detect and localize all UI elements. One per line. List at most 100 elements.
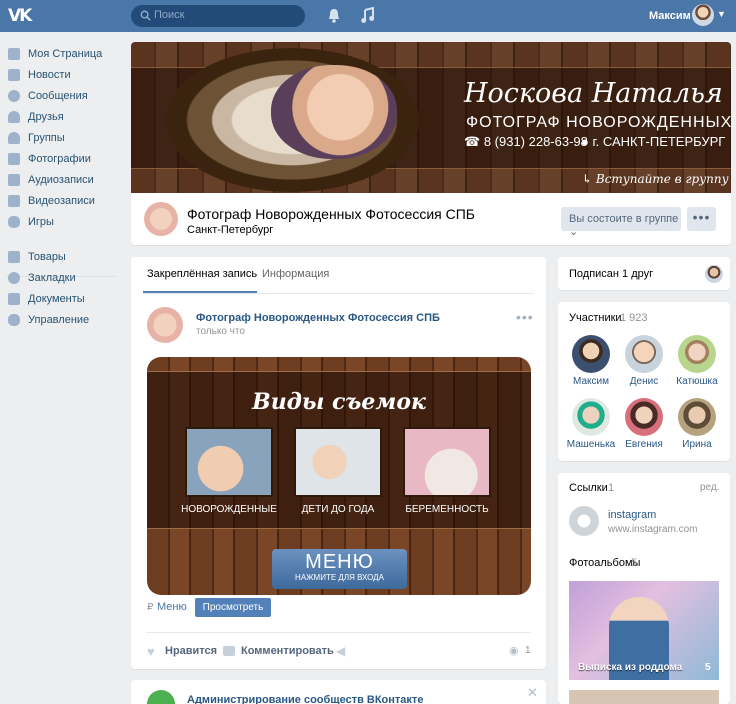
heart-icon[interactable]: ♥ bbox=[147, 644, 155, 659]
cover-subtitle: ФОТОГРАФ НОВОРОЖДЕННЫХ bbox=[466, 114, 731, 131]
post-author[interactable]: Администрирование сообществ ВКонтакте bbox=[187, 694, 423, 704]
post-time[interactable]: только что bbox=[196, 326, 245, 337]
member-item[interactable]: Ирина bbox=[669, 398, 725, 450]
search-placeholder: Поиск bbox=[154, 9, 185, 21]
cart-icon bbox=[8, 251, 20, 263]
sidebar-item-label: Товары bbox=[28, 251, 66, 263]
wiki-page-link[interactable]: Меню bbox=[157, 601, 187, 613]
link-url: www.instagram.com bbox=[608, 524, 698, 535]
post-author[interactable]: Фотограф Новорожденных Фотосессия СПБ bbox=[196, 312, 440, 324]
friends-subscribed-label: Подписан 1 друг bbox=[569, 268, 654, 280]
member-item[interactable]: Максим bbox=[563, 335, 619, 387]
links-edit[interactable]: ред. bbox=[700, 482, 720, 493]
wiki-menu-button[interactable]: МЕНЮ НАЖМИТЕ ДЛЯ ВХОДА bbox=[272, 549, 407, 589]
views-count: 1 bbox=[525, 645, 531, 656]
chevron-down-icon[interactable]: ▼ bbox=[717, 9, 726, 19]
cover-name: Носкова Наталья bbox=[464, 78, 723, 109]
post-author-avatar[interactable] bbox=[147, 307, 183, 343]
albums-title[interactable]: Фотоальбомы bbox=[569, 557, 640, 569]
sidebar-item-messages[interactable]: Сообщения bbox=[6, 87, 124, 107]
comment-button[interactable]: Комментировать bbox=[241, 645, 334, 657]
post-menu-icon[interactable]: ••• bbox=[516, 309, 534, 325]
document-icon bbox=[8, 293, 20, 305]
friend-avatar[interactable] bbox=[705, 265, 723, 283]
links-count: 1 bbox=[608, 482, 615, 494]
wiki-page-icon: ₽ bbox=[147, 602, 154, 613]
photo-pregnancy bbox=[403, 427, 491, 497]
friends-subscribed-card[interactable]: Подписан 1 друг bbox=[558, 257, 730, 290]
avatar bbox=[572, 398, 610, 436]
bell-icon[interactable] bbox=[327, 8, 341, 24]
tab-info[interactable]: Информация bbox=[262, 268, 329, 280]
more-actions-button[interactable]: ••• bbox=[687, 207, 716, 231]
wall-block: Закреплённая запись Информация Фотограф … bbox=[131, 257, 546, 669]
groups-icon bbox=[8, 132, 20, 144]
sidebar-item-photos[interactable]: Фотографии bbox=[6, 150, 124, 170]
sidebar-item-label: Сообщения bbox=[28, 90, 88, 102]
link-title[interactable]: instagram bbox=[608, 509, 656, 521]
sidebar-item-audio[interactable]: Аудиозаписи bbox=[6, 171, 124, 191]
sidebar-item-goods[interactable]: Товары bbox=[6, 248, 124, 268]
wiki-label-newborn: НОВОРОЖДЕННЫЕ bbox=[181, 504, 277, 515]
friends-icon bbox=[8, 111, 20, 123]
music-note-icon[interactable] bbox=[361, 7, 375, 24]
members-count: 1 923 bbox=[620, 312, 648, 324]
member-item[interactable]: Машенька bbox=[563, 398, 619, 450]
member-name: Катюшка bbox=[676, 376, 718, 387]
view-button[interactable]: Просмотреть bbox=[195, 598, 271, 617]
sidebar-item-documents[interactable]: Документы bbox=[6, 290, 124, 310]
search-input[interactable]: Поиск bbox=[131, 5, 305, 27]
cover-join-text: ↳ Вступайте в группу bbox=[582, 172, 729, 186]
phone-icon: ☎ bbox=[464, 134, 484, 149]
sidebar-item-bookmarks[interactable]: Закладки bbox=[6, 269, 124, 289]
sidebar-item-my-page[interactable]: Моя Страница bbox=[6, 45, 124, 65]
sidebar-item-video[interactable]: Видеозаписи bbox=[6, 192, 124, 212]
news-icon bbox=[8, 69, 20, 81]
vk-logo[interactable]: VK bbox=[8, 6, 34, 26]
avatar bbox=[572, 335, 610, 373]
wiki-label-pregnancy: БЕРЕМЕННОСТЬ bbox=[405, 504, 489, 515]
group-cover: Носкова Наталья ФОТОГРАФ НОВОРОЖДЕННЫХ ☎… bbox=[131, 42, 731, 193]
album-cover[interactable]: Выписка из роддома 5 bbox=[569, 581, 719, 680]
membership-label: Вы состоите в группе bbox=[569, 213, 679, 225]
wiki-menu-button-sub: НАЖМИТЕ ДЛЯ ВХОДА bbox=[295, 573, 384, 582]
sidebar-item-groups[interactable]: Группы bbox=[6, 129, 124, 149]
sidebar-item-friends[interactable]: Друзья bbox=[6, 108, 124, 128]
member-item[interactable]: Евгения bbox=[616, 398, 672, 450]
comment-icon[interactable] bbox=[223, 646, 235, 656]
share-icon[interactable]: ◀ bbox=[336, 644, 345, 658]
user-name[interactable]: Максим bbox=[649, 10, 691, 22]
album-cover[interactable] bbox=[569, 690, 719, 704]
group-title: Фотограф Новорожденных Фотосессия СПБ bbox=[187, 206, 475, 222]
camera-icon bbox=[8, 153, 20, 165]
sidebar-item-news[interactable]: Новости bbox=[6, 66, 124, 86]
links-title[interactable]: Ссылки bbox=[569, 482, 608, 494]
group-avatar[interactable] bbox=[144, 202, 178, 236]
link-avatar[interactable] bbox=[569, 506, 599, 536]
home-icon bbox=[8, 48, 20, 60]
tab-pinned-post[interactable]: Закреплённая запись bbox=[147, 268, 257, 280]
wiki-title: Виды съемок bbox=[252, 389, 426, 415]
sidebar-item-games[interactable]: Игры bbox=[6, 213, 124, 233]
cover-city-text: г. САНКТ-ПЕТЕРБУРГ bbox=[592, 134, 726, 149]
members-title[interactable]: Участники bbox=[569, 312, 622, 324]
avatar bbox=[678, 398, 716, 436]
post-author-avatar[interactable] bbox=[147, 690, 175, 704]
user-avatar[interactable] bbox=[692, 4, 714, 26]
music-icon bbox=[8, 174, 20, 186]
wiki-menu-image[interactable]: Виды съемок НОВОРОЖДЕННЫЕ ДЕТИ ДО ГОДА Б… bbox=[147, 357, 531, 595]
avatar bbox=[678, 335, 716, 373]
like-button[interactable]: Нравится bbox=[165, 645, 217, 657]
sidebar-item-label: Аудиозаписи bbox=[28, 174, 94, 186]
close-icon[interactable]: ✕ bbox=[527, 685, 538, 701]
sidebar-item-label: Друзья bbox=[28, 111, 64, 123]
sidebar-item-manage[interactable]: Управление bbox=[6, 311, 124, 331]
top-bar: VK Поиск Максим ▼ bbox=[0, 0, 736, 32]
membership-button[interactable]: Вы состоите в группе ⌄ bbox=[561, 207, 681, 238]
albums-count: 5 bbox=[631, 557, 638, 569]
search-icon bbox=[140, 10, 151, 21]
sidebar-item-label: Управление bbox=[28, 314, 90, 326]
member-item[interactable]: Катюшка bbox=[669, 335, 725, 387]
member-item[interactable]: Денис bbox=[616, 335, 672, 387]
sidebar-item-label: Моя Страница bbox=[28, 48, 103, 60]
